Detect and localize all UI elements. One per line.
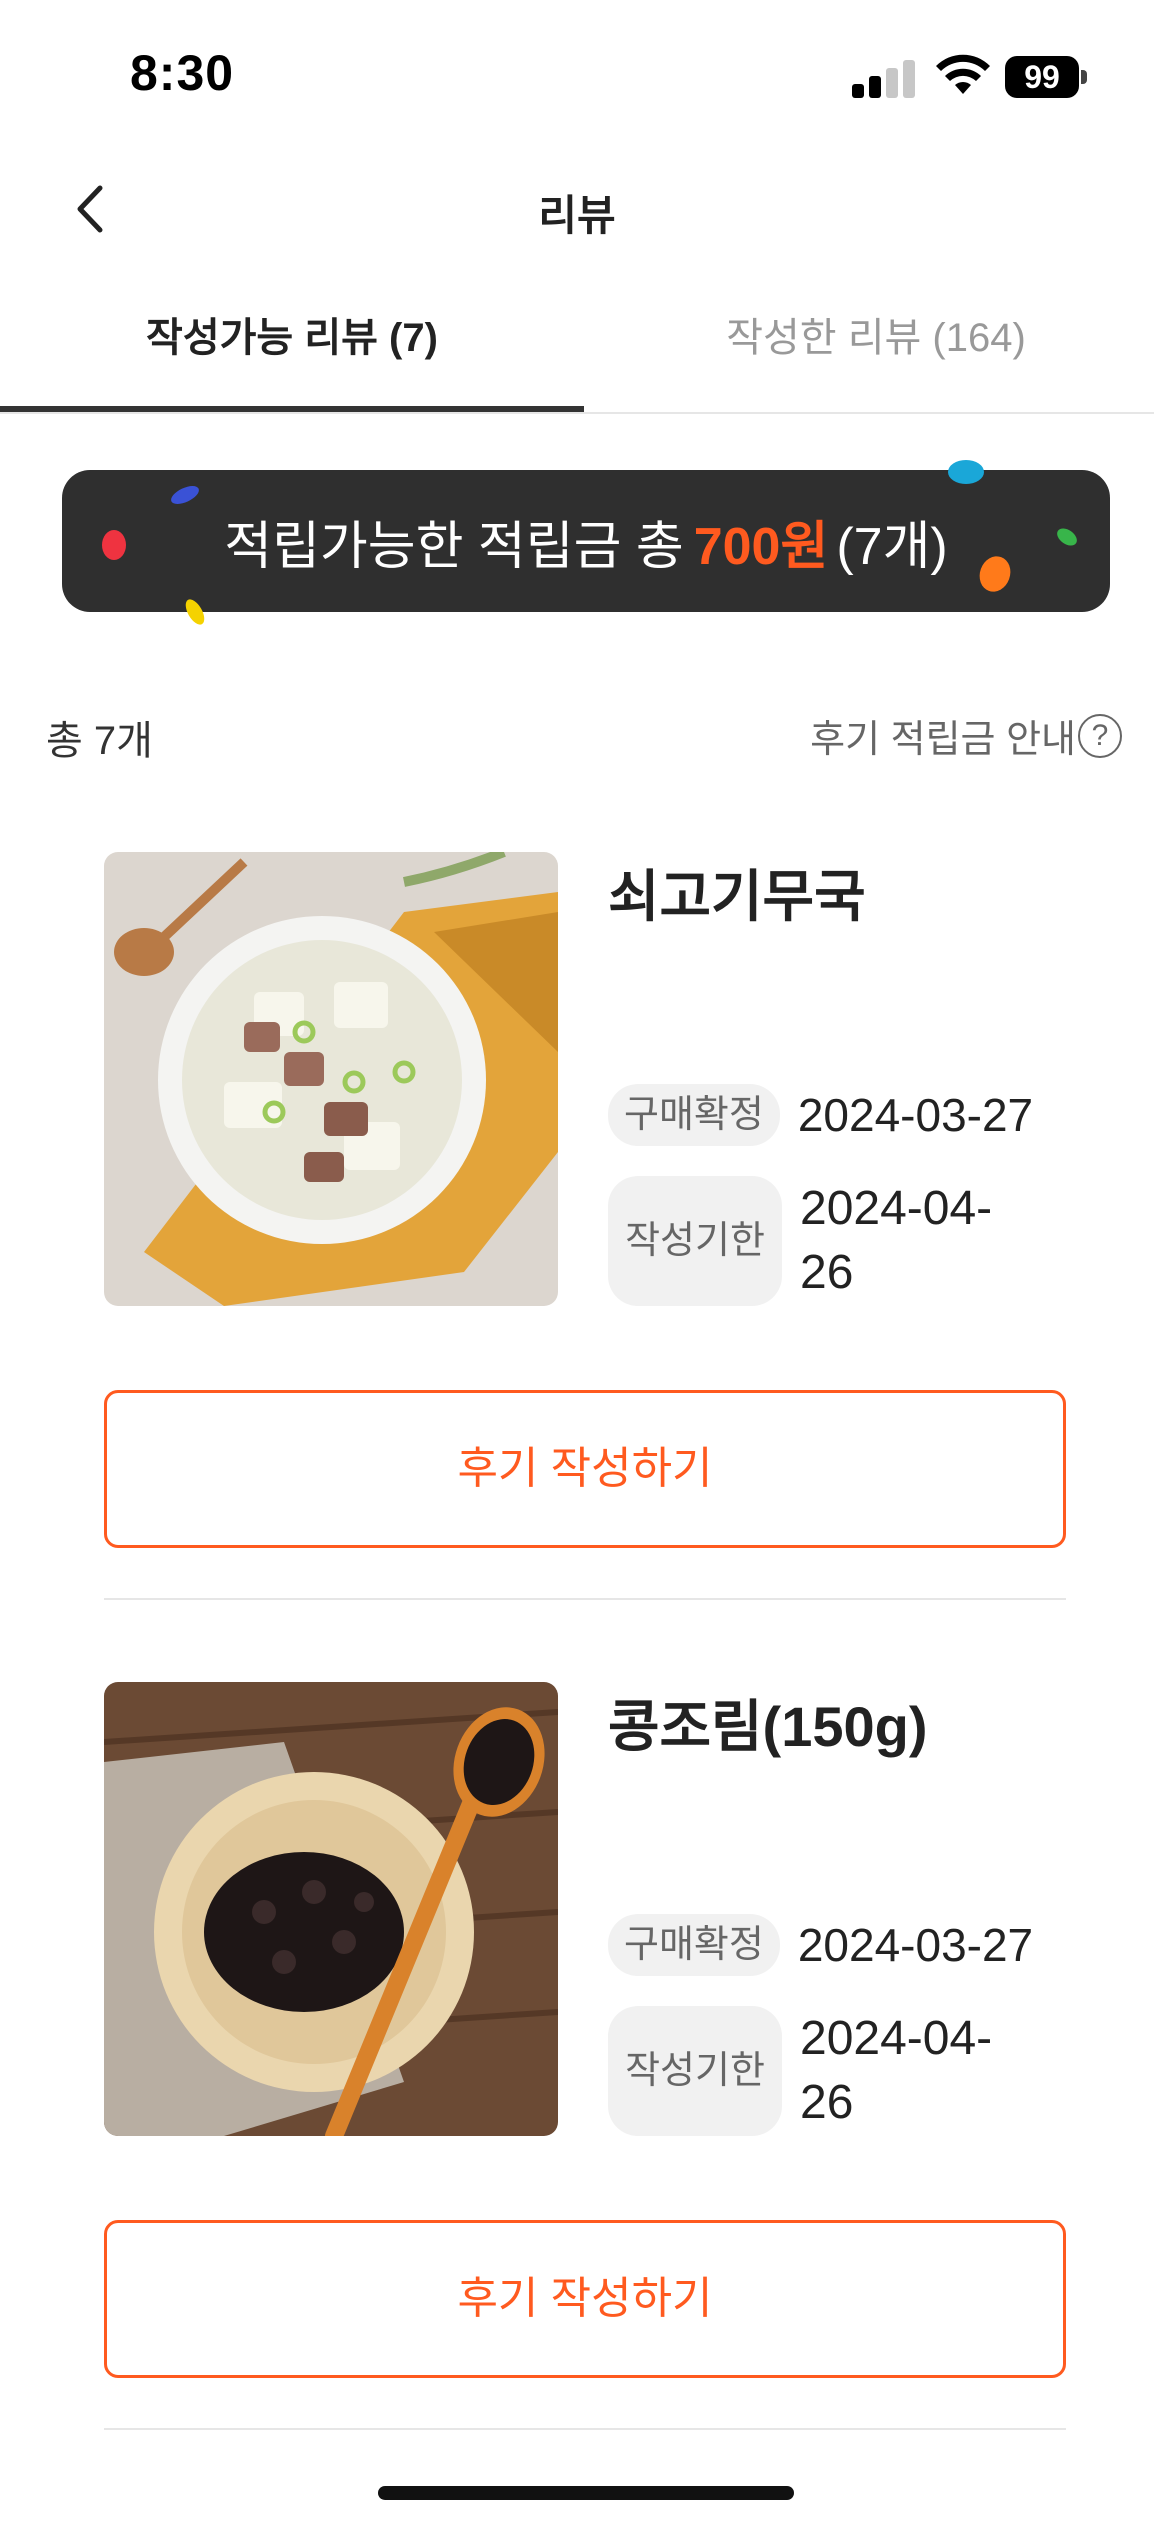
status-time: 8:30 (130, 45, 235, 101)
confetti-decoration (948, 460, 984, 484)
purchase-confirm-date: 2024-03-27 (797, 1919, 1034, 1971)
write-review-button[interactable]: 후기 작성하기 (104, 2220, 1066, 2378)
item-divider (104, 1598, 1066, 1600)
deadline-badge: 작성기한 (608, 2006, 782, 2136)
reward-guide-link[interactable]: 후기 적립금 안내 ? (810, 708, 1122, 763)
purchase-confirm-row: 구매확정 2024-03-27 (608, 1084, 1033, 1146)
home-indicator[interactable] (378, 2486, 794, 2500)
banner-suffix: (7개) (836, 517, 948, 576)
signal-icon (852, 58, 916, 98)
review-item: 콩조림(150g) 구매확정 2024-03-27 작성기한 2024-04-2… (0, 1682, 1154, 2482)
banner-amount: 700원 (693, 517, 829, 576)
deadline-badge: 작성기한 (608, 1176, 782, 1306)
tab-writable-reviews[interactable]: 작성가능 리뷰 (7) (0, 290, 584, 414)
wifi-icon (936, 54, 990, 94)
active-tab-indicator (0, 406, 584, 412)
battery-level: 99 (1005, 56, 1079, 98)
list-header: 총 7개 후기 적립금 안내 ? (0, 700, 1154, 770)
deadline-date: 2024-04-26 (800, 1182, 993, 1299)
purchase-confirm-row: 구매확정 2024-03-27 (608, 1914, 1033, 1976)
tab-written-reviews[interactable]: 작성한 리뷰 (164) (584, 290, 1154, 414)
product-name[interactable]: 콩조림(150g) (608, 1682, 928, 1763)
deadline-row: 작성기한 2024-04-26 (608, 2006, 1020, 2136)
page-title: 리뷰 (538, 192, 616, 239)
reward-guide-label: 후기 적립금 안내 (810, 719, 1076, 761)
nav-header: 리뷰 (0, 160, 1154, 260)
purchase-confirm-badge: 구매확정 (608, 1914, 780, 1976)
deadline-date: 2024-04-26 (800, 2012, 993, 2129)
item-divider (104, 2428, 1066, 2430)
status-bar: 8:30 99 (0, 0, 1154, 140)
points-banner: 적립가능한 적립금 총 700원 (7개) (62, 470, 1110, 612)
product-image[interactable] (104, 1682, 558, 2136)
deadline-row: 작성기한 2024-04-26 (608, 1176, 1020, 1306)
help-circle-icon[interactable]: ? (1078, 713, 1122, 758)
review-tabs: 작성가능 리뷰 (7) 작성한 리뷰 (164) (0, 290, 1154, 414)
review-item: 쇠고기무국 구매확정 2024-03-27 작성기한 2024-04-26 후기… (0, 852, 1154, 1652)
purchase-confirm-badge: 구매확정 (608, 1084, 780, 1146)
product-name[interactable]: 쇠고기무국 (608, 852, 866, 933)
battery-icon: 99 (1005, 56, 1087, 98)
product-image[interactable] (104, 852, 558, 1306)
write-review-button[interactable]: 후기 작성하기 (104, 1390, 1066, 1548)
total-count: 총 7개 (46, 719, 153, 763)
confetti-decoration (102, 530, 126, 560)
banner-prefix: 적립가능한 적립금 총 (224, 517, 684, 576)
purchase-confirm-date: 2024-03-27 (797, 1089, 1034, 1141)
